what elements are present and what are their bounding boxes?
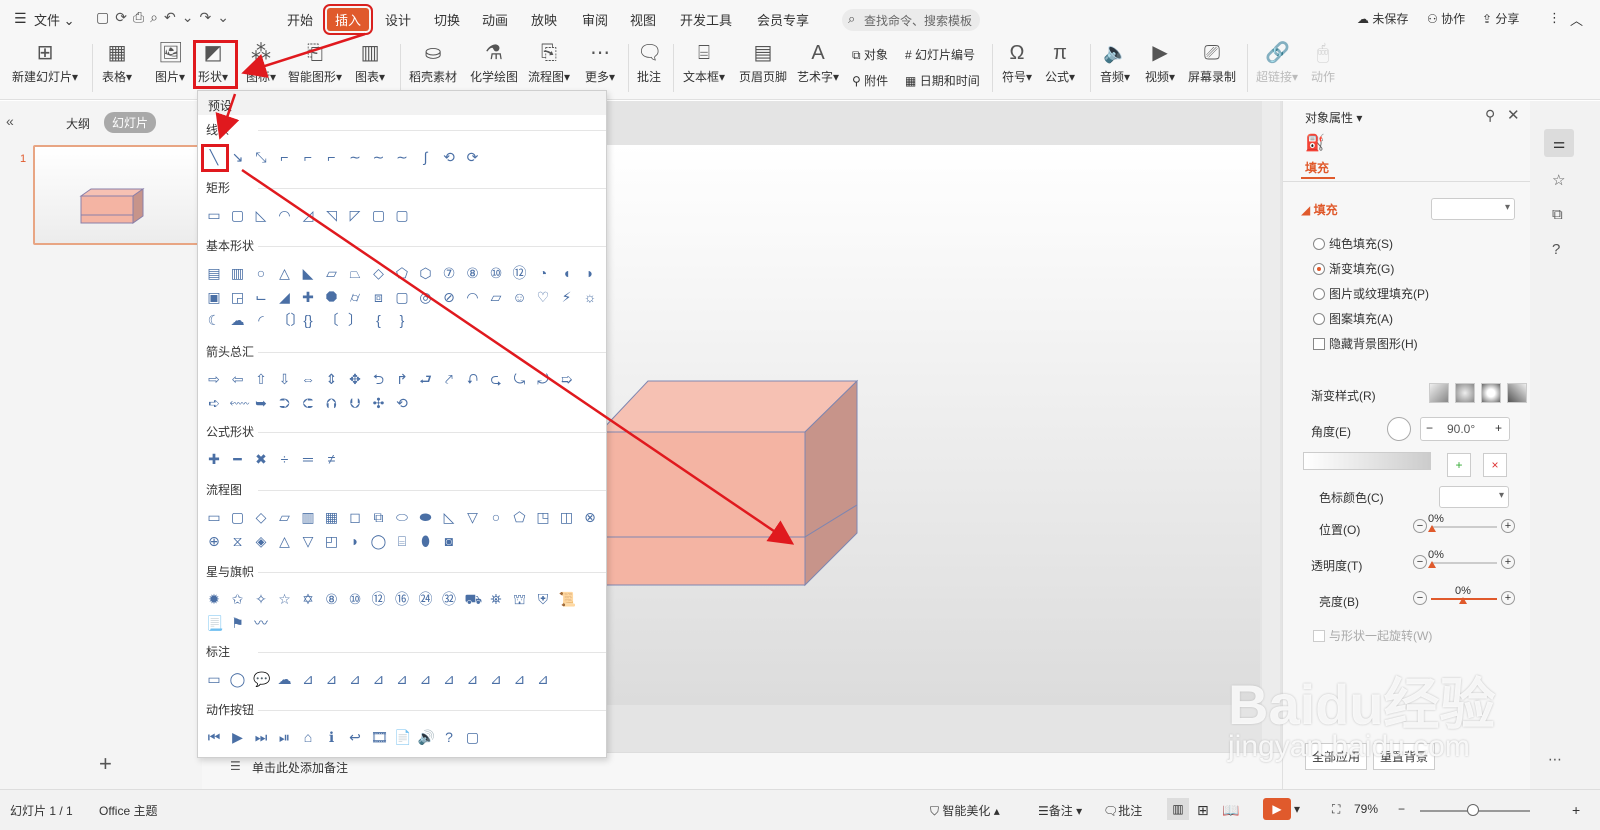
wps-presentation-window: ☰ 文件 ⌄ ▢⟳⎙⌕↶⌄↷⌄ 开始 插入 设计 切换 动画 放映 审阅 视图 … bbox=[0, 0, 1600, 830]
normal-view-icon[interactable]: ▥ bbox=[1167, 798, 1189, 820]
beautify-label: 智能美化 bbox=[942, 804, 991, 818]
watermark-url: jingyan.baidu.com bbox=[1228, 730, 1470, 763]
arrow-shape-to-line bbox=[215, 93, 240, 140]
arrow-line-to-canvas bbox=[241, 168, 795, 545]
comments-icon: 🗨 bbox=[1103, 804, 1119, 818]
play-icon[interactable]: ▶ bbox=[1263, 798, 1291, 820]
comments-toggle[interactable]: 🗨批注 bbox=[1103, 802, 1142, 819]
notes-toggle-label: 备注 bbox=[1048, 804, 1073, 818]
beautify-button[interactable]: ⛉ 智能美化 ▴ bbox=[930, 802, 1000, 819]
beautify-icon: ⛉ bbox=[930, 804, 940, 818]
notes-toggle[interactable]: ☰备注 ▾ bbox=[1038, 802, 1082, 819]
notes-toggle-icon: ☰ bbox=[1038, 804, 1049, 818]
zoom-in-icon[interactable]: + bbox=[1572, 802, 1580, 818]
reading-view-icon[interactable]: 📖 bbox=[1222, 802, 1239, 819]
status-bar: 幻灯片 1 / 1 Office 主题 ⛉ 智能美化 ▴ ☰备注 ▾ 🗨批注 ▥… bbox=[0, 789, 1600, 830]
sorter-view-icon[interactable]: ⊞ bbox=[1197, 802, 1209, 819]
zoom-out-icon[interactable]: − bbox=[1398, 802, 1405, 816]
fit-icon[interactable]: ⛶ bbox=[1332, 802, 1340, 817]
zoom-level[interactable]: 79% bbox=[1354, 802, 1378, 816]
zoom-thumb[interactable] bbox=[1467, 804, 1479, 816]
watermark-logo: Baidu经验 bbox=[1228, 673, 1496, 736]
arrow-insert-to-shape bbox=[241, 32, 366, 78]
slide-info: 幻灯片 1 / 1 bbox=[10, 804, 73, 818]
comments-label: 批注 bbox=[1118, 804, 1143, 818]
theme-name[interactable]: Office 主题 bbox=[99, 802, 157, 819]
play-options-icon[interactable]: ▾ bbox=[1294, 802, 1300, 816]
